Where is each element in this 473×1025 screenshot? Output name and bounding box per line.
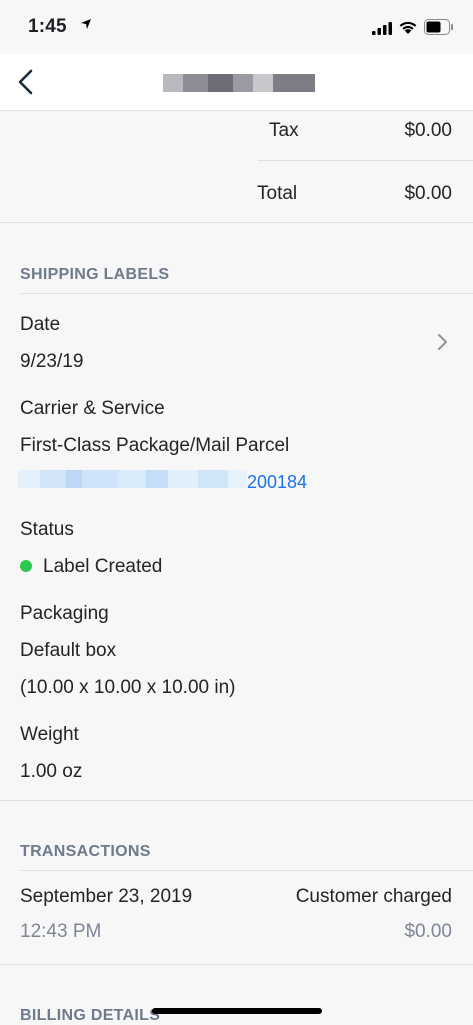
divider (0, 800, 473, 801)
transaction-time: 12:43 PM (20, 921, 102, 942)
status-time: 1:45 (28, 16, 67, 37)
status-label: Status (20, 519, 74, 540)
location-arrow-icon (81, 19, 91, 29)
navigation-bar (0, 54, 473, 111)
weight-value: 1.00 oz (20, 761, 83, 782)
divider (258, 160, 473, 161)
total-label: Total (257, 183, 298, 204)
billing-details-header: BILLING DETAILS (20, 1007, 161, 1024)
packaging-dimensions: (10.00 x 10.00 x 10.00 in) (20, 677, 236, 698)
cellular-signal-icon (372, 22, 392, 35)
transaction-date: September 23, 2019 (20, 886, 193, 907)
transaction-row[interactable] (0, 871, 473, 964)
redacted-page-title (163, 74, 315, 92)
home-indicator[interactable] (152, 1008, 322, 1014)
total-value: $0.00 (404, 183, 452, 204)
divider (0, 222, 473, 223)
tax-label: Tax (269, 120, 299, 141)
transactions-header: TRANSACTIONS (20, 843, 151, 860)
packaging-value: Default box (20, 640, 117, 661)
packaging-label: Packaging (20, 603, 109, 624)
tracking-number-link[interactable]: 200184 (247, 472, 307, 493)
divider (0, 964, 473, 965)
shipping-labels-header: SHIPPING LABELS (20, 266, 170, 283)
carrier-label: Carrier & Service (20, 398, 165, 419)
date-value: 9/23/19 (20, 351, 84, 372)
transaction-amount: $0.00 (404, 921, 452, 942)
transaction-type: Customer charged (295, 886, 452, 907)
chevron-right-icon (438, 334, 447, 350)
weight-label: Weight (20, 724, 79, 745)
battery-icon (424, 19, 453, 35)
tax-value: $0.00 (404, 120, 452, 141)
wifi-icon (399, 21, 417, 34)
status-dot-icon (20, 560, 32, 572)
status-value: Label Created (43, 556, 163, 577)
redacted-tracking-number (18, 470, 247, 488)
carrier-value: First-Class Package/Mail Parcel (20, 435, 290, 456)
status-bar: 1:45 (0, 0, 473, 54)
back-chevron-icon[interactable] (14, 67, 38, 97)
date-label: Date (20, 314, 61, 335)
